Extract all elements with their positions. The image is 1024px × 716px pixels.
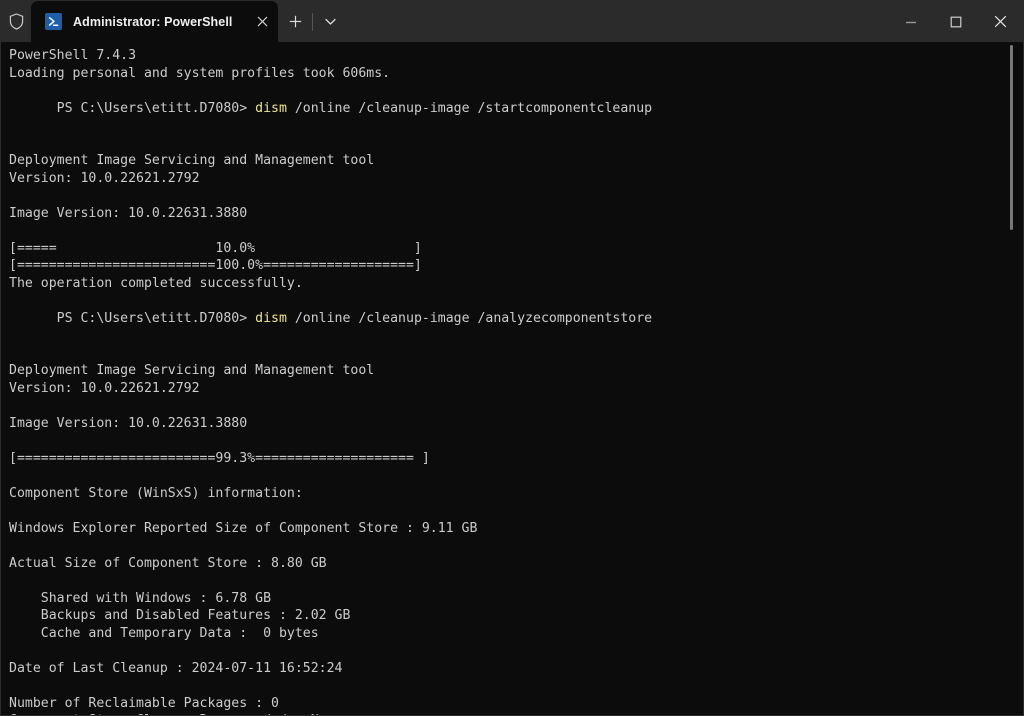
output-line: Backups and Disabled Features : 2.02 GB [9,607,1023,625]
output-line: Component Store (WinSxS) information: [9,485,1023,503]
blank-line [9,222,1023,240]
blank-line [9,642,1023,660]
powershell-icon [45,13,62,30]
output-line: The operation completed successfully. [9,275,1023,293]
terminal-output-area[interactable]: PowerShell 7.4.3 Loading personal and sy… [1,42,1023,715]
command-name: dism [255,101,287,116]
output-line: Version: 10.0.22621.2792 [9,380,1023,398]
output-line: Version: 10.0.22621.2792 [9,170,1023,188]
new-tab-button[interactable] [278,1,312,42]
plus-icon [289,15,302,28]
terminal-window: Administrator: PowerShell [0,0,1024,716]
progress-bar: [===== 10.0% ] [9,240,1023,258]
tab-title: Administrator: PowerShell [73,15,232,29]
blank-line [9,432,1023,450]
command-line: PS C:\Users\etitt.D7080> dism /online /c… [9,82,1023,135]
maximize-icon [950,16,962,28]
blank-line [9,397,1023,415]
tab-dropdown-button[interactable] [313,1,347,42]
prompt: PS C:\Users\etitt.D7080> [57,311,256,326]
output-line: Loading personal and system profiles too… [9,65,1023,83]
output-line: Windows Explorer Reported Size of Compon… [9,520,1023,538]
maximize-button[interactable] [933,1,978,42]
blank-line [9,135,1023,153]
command-line: PS C:\Users\etitt.D7080> dism /online /c… [9,292,1023,345]
shield-icon [1,1,31,42]
output-line: Image Version: 10.0.22631.3880 [9,415,1023,433]
command-name: dism [255,311,287,326]
command-args: /online /cleanup-image /startcomponentcl… [287,101,652,116]
minimize-button[interactable] [888,1,933,42]
blank-line [9,537,1023,555]
blank-line [9,187,1023,205]
blank-line [9,345,1023,363]
output-line: Image Version: 10.0.22631.3880 [9,205,1023,223]
output-line: Actual Size of Component Store : 8.80 GB [9,555,1023,573]
output-line: Number of Reclaimable Packages : 0 [9,695,1023,713]
output-line: Shared with Windows : 6.78 GB [9,590,1023,608]
output-line: Deployment Image Servicing and Managemen… [9,152,1023,170]
terminal-scrollbar[interactable] [1010,45,1013,230]
progress-bar: [=========================100.0%========… [9,257,1023,275]
output-line: Cache and Temporary Data : 0 bytes [9,625,1023,643]
blank-line [9,502,1023,520]
output-line: Date of Last Cleanup : 2024-07-11 16:52:… [9,660,1023,678]
blank-line [9,572,1023,590]
blank-line [9,677,1023,695]
output-line: PowerShell 7.4.3 [9,47,1023,65]
tab-administrator-powershell[interactable]: Administrator: PowerShell [31,1,278,42]
output-line: Deployment Image Servicing and Managemen… [9,362,1023,380]
progress-bar: [=========================99.3%=========… [9,450,1023,468]
command-args: /online /cleanup-image /analyzecomponent… [287,311,652,326]
tab-close-icon[interactable] [246,1,278,42]
minimize-icon [905,16,917,28]
blank-line [9,467,1023,485]
close-icon [994,15,1007,28]
chevron-down-icon [325,18,336,26]
output-line: Component Store Cleanup Recommended : No [9,712,1023,715]
close-button[interactable] [978,1,1023,42]
titlebar-drag-area [347,1,888,42]
prompt: PS C:\Users\etitt.D7080> [57,101,256,116]
title-bar[interactable]: Administrator: PowerShell [1,1,1023,42]
